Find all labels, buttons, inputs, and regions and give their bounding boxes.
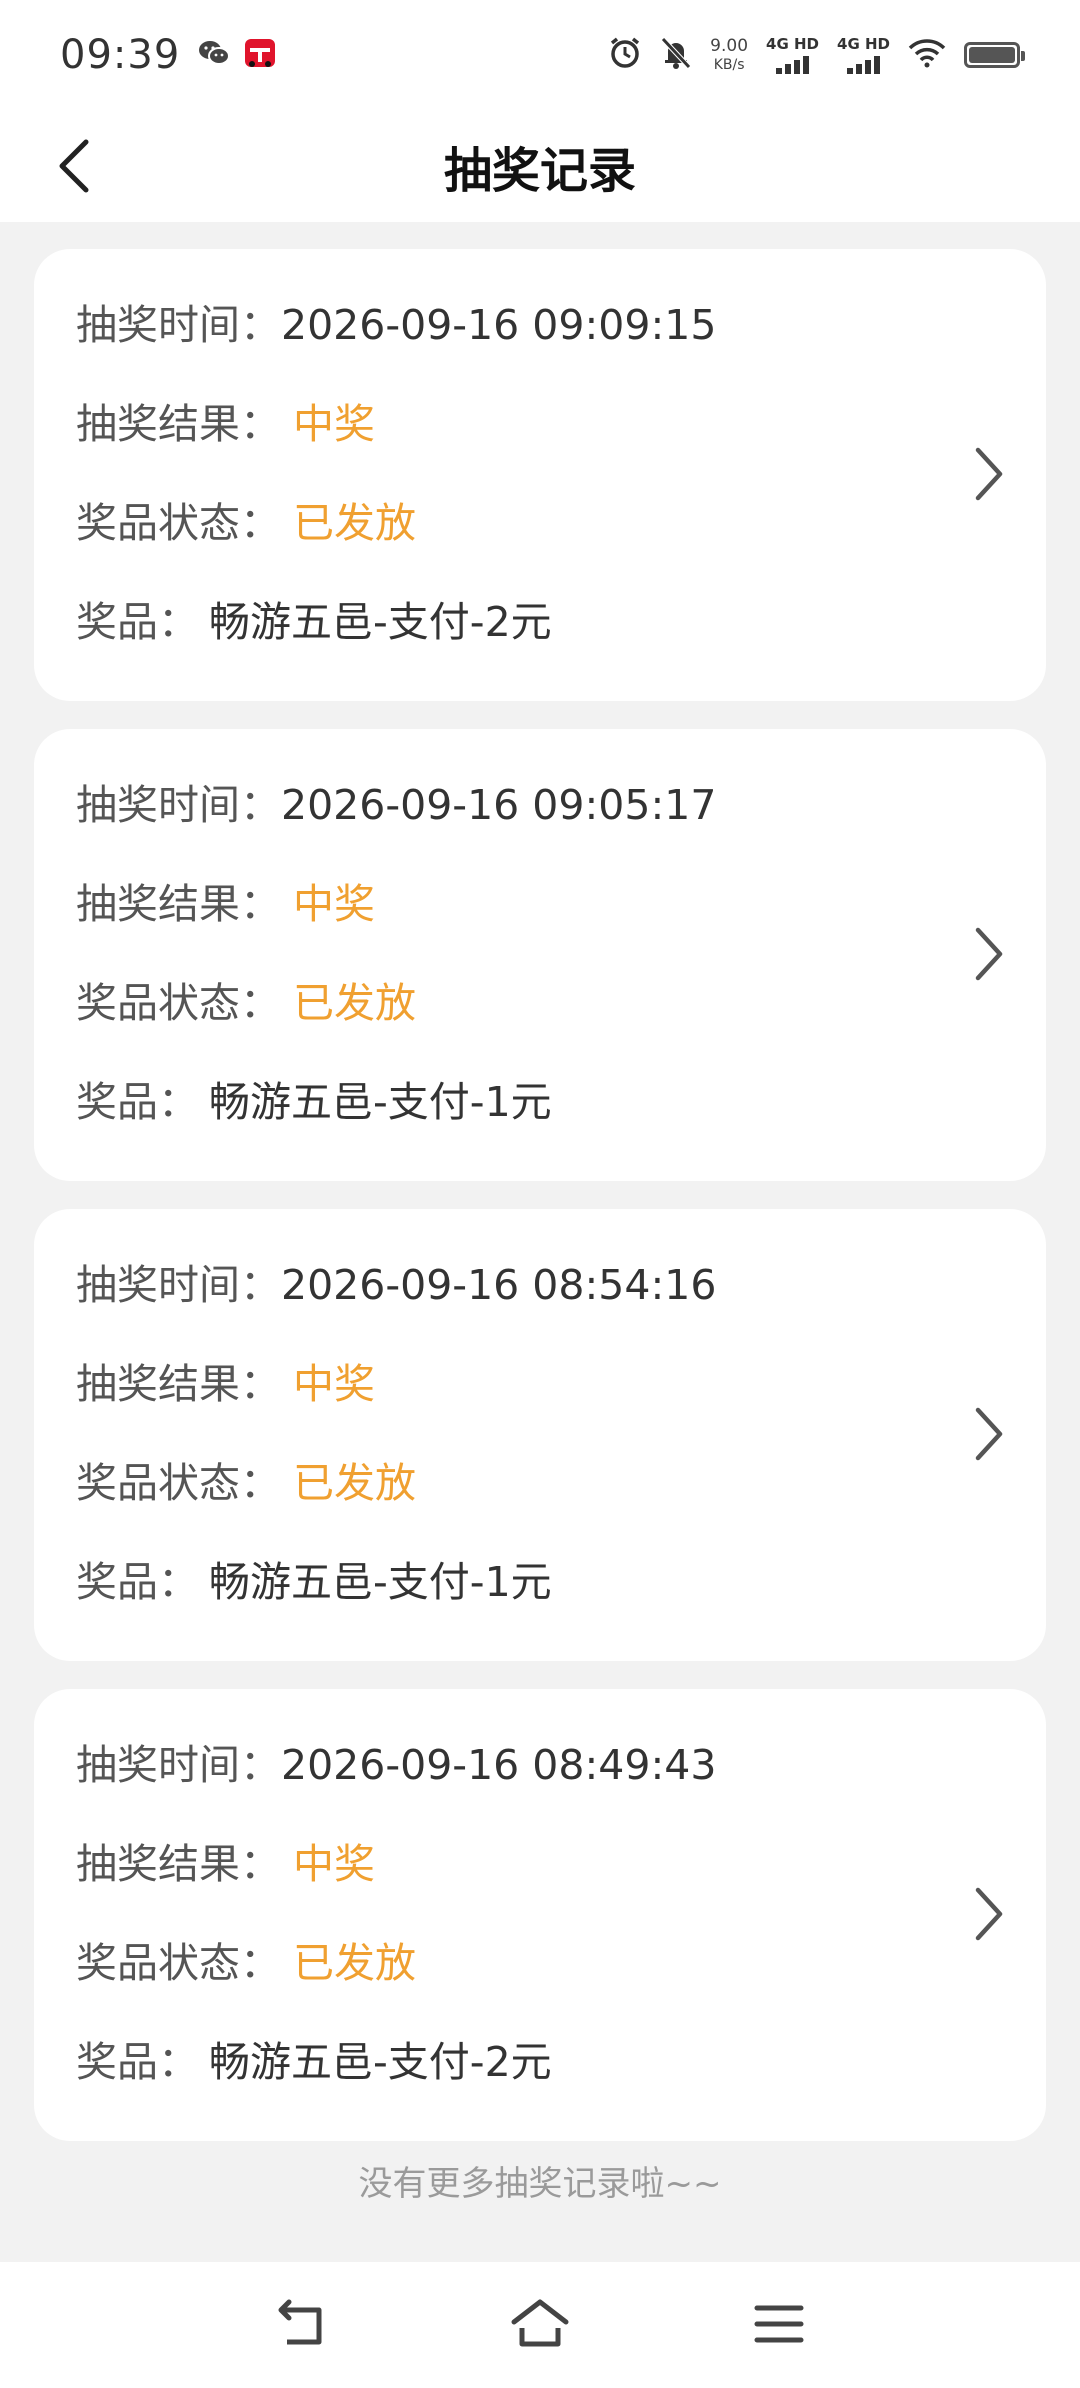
wechat-icon: [198, 39, 231, 71]
status-time: 09:39: [60, 32, 181, 78]
result-value: 中奖: [293, 880, 375, 928]
status-label: 奖品状态：: [76, 499, 281, 547]
time-value: 2026-09-16 08:49:43: [281, 1741, 717, 1789]
wifi-icon: [908, 38, 946, 72]
record-card-4[interactable]: 抽奖时间： 2026-09-16 08:49:43 抽奖结果： 中奖 奖品状态： 已发…: [34, 1689, 1046, 2141]
result-value: 中奖: [293, 1840, 375, 1888]
tmall-icon: [244, 37, 276, 73]
time-value: 2026-09-16 09:09:15: [281, 301, 717, 349]
time-label: 抽奖时间：: [76, 1741, 281, 1789]
system-nav-bar: [0, 2262, 1080, 2388]
status-value: 已发放: [293, 979, 416, 1027]
status-label: 奖品状态：: [76, 1939, 281, 1987]
chevron-right-icon: [975, 447, 1003, 501]
app-header: 抽奖记录: [0, 110, 1080, 222]
time-value: 2026-09-16 09:05:17: [281, 781, 717, 829]
nav-home-button[interactable]: [505, 2292, 575, 2356]
result-label: 抽奖结果：: [76, 1840, 281, 1888]
chevron-left-icon: [59, 139, 89, 193]
prize-value: 畅游五邑-支付-1元: [209, 1078, 552, 1126]
prize-label: 奖品：: [76, 1078, 199, 1126]
battery-icon: [964, 42, 1025, 68]
alarm-icon: [608, 36, 642, 74]
back-button[interactable]: [42, 134, 106, 198]
chevron-right-icon: [975, 927, 1003, 981]
result-value: 中奖: [293, 1360, 375, 1408]
nav-menu-button[interactable]: [744, 2292, 814, 2356]
chevron-right-icon: [975, 1407, 1003, 1461]
network-speed: 9.00 KB/s: [710, 36, 749, 73]
prize-label: 奖品：: [76, 1558, 199, 1606]
record-card-2[interactable]: 抽奖时间： 2026-09-16 09:05:17 抽奖结果： 中奖 奖品状态： 已发…: [34, 729, 1046, 1181]
time-label: 抽奖时间：: [76, 1261, 281, 1309]
status-label: 奖品状态：: [76, 1459, 281, 1507]
status-value: 已发放: [293, 1939, 416, 1987]
status-label: 奖品状态：: [76, 979, 281, 1027]
result-label: 抽奖结果：: [76, 400, 281, 448]
result-label: 抽奖结果：: [76, 1360, 281, 1408]
record-list: 抽奖时间： 2026-09-16 09:09:15 抽奖结果： 中奖 奖品状态： 已发…: [34, 249, 1046, 2169]
signal-icon-2: 4G HD: [837, 36, 890, 74]
time-value: 2026-09-16 08:54:16: [281, 1261, 717, 1309]
prize-label: 奖品：: [76, 598, 199, 646]
prize-value: 畅游五邑-支付-2元: [209, 598, 552, 646]
signal-icon: 4G HD: [766, 36, 819, 74]
menu-nav-icon: [754, 2305, 804, 2343]
status-value: 已发放: [293, 1459, 416, 1507]
no-more-records-note: 没有更多抽奖记录啦~~: [358, 2164, 722, 2204]
status-bar: 09:39 9.00 KB/s 4G HD 4G HD: [0, 0, 1080, 110]
prize-value: 畅游五邑-支付-1元: [209, 1558, 552, 1606]
status-value: 已发放: [293, 499, 416, 547]
time-label: 抽奖时间：: [76, 301, 281, 349]
nav-back-button[interactable]: [266, 2292, 336, 2356]
record-card-1[interactable]: 抽奖时间： 2026-09-16 09:09:15 抽奖结果： 中奖 奖品状态： 已发…: [34, 249, 1046, 701]
mute-bell-icon: [660, 36, 692, 74]
page-title: 抽奖记录: [443, 143, 636, 199]
result-label: 抽奖结果：: [76, 880, 281, 928]
home-nav-icon: [511, 2299, 569, 2347]
back-nav-icon: [278, 2299, 322, 2345]
prize-label: 奖品：: [76, 2038, 199, 2086]
prize-value: 畅游五邑-支付-2元: [209, 2038, 552, 2086]
chevron-right-icon: [975, 1887, 1003, 1941]
result-value: 中奖: [293, 400, 375, 448]
time-label: 抽奖时间：: [76, 781, 281, 829]
record-card-3[interactable]: 抽奖时间： 2026-09-16 08:54:16 抽奖结果： 中奖 奖品状态： 已发…: [34, 1209, 1046, 1661]
